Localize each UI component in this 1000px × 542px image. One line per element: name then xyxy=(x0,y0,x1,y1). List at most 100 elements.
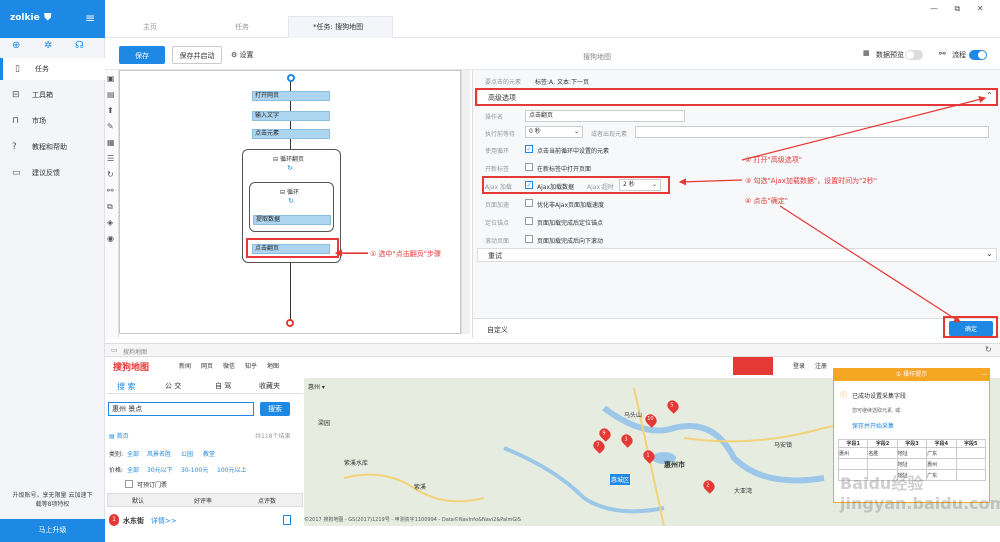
step-input-text[interactable]: 输入文字 xyxy=(252,111,330,121)
page-speed-checkbox[interactable] xyxy=(525,199,533,207)
input-icon[interactable]: ✎ xyxy=(107,122,114,131)
chevron-down-icon[interactable]: ⌄ xyxy=(986,249,993,258)
outer-loop-box[interactable]: ⊟ 循环翻页 ↻ ⊟ 循环 ↻ 提取数据 点击翻页 xyxy=(242,149,341,263)
scroll-label: 滚动页面 xyxy=(485,238,510,245)
price-under30[interactable]: 30元以下 xyxy=(147,465,173,474)
result-checkbox[interactable] xyxy=(283,515,291,525)
tab-favorites[interactable]: 收藏夹 xyxy=(259,381,280,391)
login-link[interactable]: 登录 xyxy=(793,361,805,370)
web-icon[interactable]: ▣ xyxy=(107,74,115,83)
close-icon[interactable]: ✕ xyxy=(977,4,984,13)
scroll-checkbox[interactable] xyxy=(525,235,533,243)
refresh-icon[interactable]: ↻ xyxy=(985,345,992,354)
op-name-input[interactable]: 点击翻页 xyxy=(525,110,685,122)
table-header: 字段1 xyxy=(837,439,869,448)
minimize-icon[interactable]: — xyxy=(930,4,938,13)
result-count: 共118个结果 xyxy=(255,433,291,440)
nav-wechat[interactable]: 微信 xyxy=(223,361,235,370)
loop-icon[interactable]: ↻ xyxy=(107,170,114,179)
hamburger-menu-icon[interactable]: ≡ xyxy=(85,11,95,25)
table-cell xyxy=(955,447,987,459)
save-button[interactable]: 保存 xyxy=(119,46,165,64)
nav-map[interactable]: 地图 xyxy=(267,361,279,370)
save-start-collect-link[interactable]: 保存并开始采集 xyxy=(852,421,894,430)
step-extract-data[interactable]: 提取数据 xyxy=(253,215,331,225)
address-input[interactable]: 搜狗地图 xyxy=(123,347,147,356)
price-over100[interactable]: 100元以上 xyxy=(217,465,246,474)
table-row: 地址 惠州 xyxy=(837,458,987,470)
settings-label: 设置 xyxy=(239,51,254,59)
data-preview-toggle[interactable] xyxy=(905,50,923,60)
tab-home[interactable]: 主页 xyxy=(143,22,157,32)
wait-element-label: 或者出现元素 xyxy=(591,131,628,138)
result-marker-icon: 1 xyxy=(109,514,119,526)
step-click-element[interactable]: 点击元素 xyxy=(252,129,330,139)
tab-drive[interactable]: 自 驾 xyxy=(215,381,231,391)
tip-header: ① 操作提示 xyxy=(834,369,989,381)
sidebar-item-feedback[interactable]: ▭ 建议反馈 xyxy=(0,162,105,184)
restore-icon[interactable]: ⧉ xyxy=(955,4,961,13)
extract-icon[interactable]: ⬆ xyxy=(107,106,114,115)
wait-element-input[interactable] xyxy=(635,126,989,138)
category-scenic[interactable]: 风景名胜 xyxy=(147,449,171,458)
tab-search[interactable]: 搜 索 xyxy=(117,381,136,392)
first-result-title[interactable]: 水东街 xyxy=(123,516,144,526)
tab-task[interactable]: 任务 xyxy=(235,22,249,32)
tip-line2: 您可继续选取元素, 或: xyxy=(852,408,902,414)
register-link[interactable]: 注册 xyxy=(815,361,827,370)
category-church[interactable]: 教堂 xyxy=(203,449,215,458)
step-open-page[interactable]: 打开网页 xyxy=(252,91,330,101)
tab-bus[interactable]: 公 交 xyxy=(165,381,181,391)
category-park[interactable]: 公园 xyxy=(181,449,193,458)
table-header: 字段5 xyxy=(955,439,987,448)
minimize-icon[interactable]: — xyxy=(981,371,987,378)
sidebar-item-market[interactable]: ⊓ 市场 xyxy=(0,110,105,132)
sort-rating[interactable]: 好评率 xyxy=(194,496,212,505)
stop-icon[interactable]: ◉ xyxy=(107,234,114,243)
locate-checkbox[interactable] xyxy=(525,217,533,225)
flow-toggle[interactable] xyxy=(969,50,987,60)
search-button[interactable]: 搜索 xyxy=(260,402,290,416)
first-result-detail[interactable]: 详情>> xyxy=(151,516,177,526)
list-icon[interactable]: ☰ xyxy=(107,154,114,163)
sort-reviews[interactable]: 点评数 xyxy=(258,496,276,505)
gear-icon[interactable]: ✲ xyxy=(44,40,52,51)
retry-header[interactable]: 重试 ⌄ xyxy=(477,248,997,262)
branch-icon[interactable]: ⚯ xyxy=(107,186,114,195)
category-all[interactable]: 全部 xyxy=(127,449,139,458)
upgrade-button[interactable]: 马上升级 xyxy=(0,519,105,542)
element-label: 要点击的元素 xyxy=(485,79,522,86)
sort-default[interactable]: 默认 xyxy=(132,496,144,505)
tab-sogou-map[interactable]: *任务: 搜狗地图 xyxy=(313,22,363,32)
add-icon[interactable]: ⊕ xyxy=(12,40,20,51)
switch-icon[interactable]: ⧉ xyxy=(107,202,113,212)
workflow-canvas[interactable]: 打开网页 输入文字 点击元素 ⊟ 循环翻页 ↻ ⊟ 循环 ↻ 提取数据 点击翻页… xyxy=(119,70,461,334)
table-row: 惠州 名胜 地址 广东 xyxy=(837,447,987,459)
search-input[interactable]: 惠州 景点 xyxy=(108,402,254,416)
nav-web[interactable]: 网页 xyxy=(201,361,213,370)
use-loop-checkbox[interactable]: ✓ xyxy=(525,145,533,153)
nav-zhihu[interactable]: 知乎 xyxy=(245,361,257,370)
ticket-checkbox[interactable] xyxy=(125,480,133,488)
custom-button[interactable]: 自定义 xyxy=(487,325,508,335)
headset-icon[interactable]: ☊ xyxy=(75,40,84,51)
new-tab-checkbox[interactable] xyxy=(525,163,533,171)
price-label: 价格: xyxy=(109,467,124,474)
captcha-icon[interactable]: ▦ xyxy=(107,138,115,147)
mouse-icon[interactable]: ◈ xyxy=(107,218,113,227)
nav-news[interactable]: 新闻 xyxy=(179,361,191,370)
price-30-100[interactable]: 30-100元 xyxy=(181,465,208,474)
wait-select[interactable]: 0 秒 ⌄ xyxy=(525,126,583,138)
table-cell xyxy=(837,458,869,470)
new-tab-label: 开新标签 xyxy=(485,166,510,173)
home-link[interactable]: ▤ 首页 xyxy=(109,431,129,440)
price-all[interactable]: 全部 xyxy=(127,465,139,474)
inner-loop-box[interactable]: ⊟ 循环 ↻ 提取数据 xyxy=(249,182,334,232)
settings-button[interactable]: ⚙ 设置 xyxy=(231,50,254,60)
sidebar-item-help[interactable]: ? 教程和帮助 xyxy=(0,136,105,158)
click-icon[interactable]: ▤ xyxy=(107,90,115,99)
sidebar-item-task[interactable]: ▯ 任务 xyxy=(0,58,105,80)
sidebar-item-toolbox[interactable]: ⊟ 工具箱 xyxy=(0,84,105,106)
canvas-scrollbar[interactable] xyxy=(461,70,470,334)
save-start-button[interactable]: 保存并启动 xyxy=(172,46,222,64)
